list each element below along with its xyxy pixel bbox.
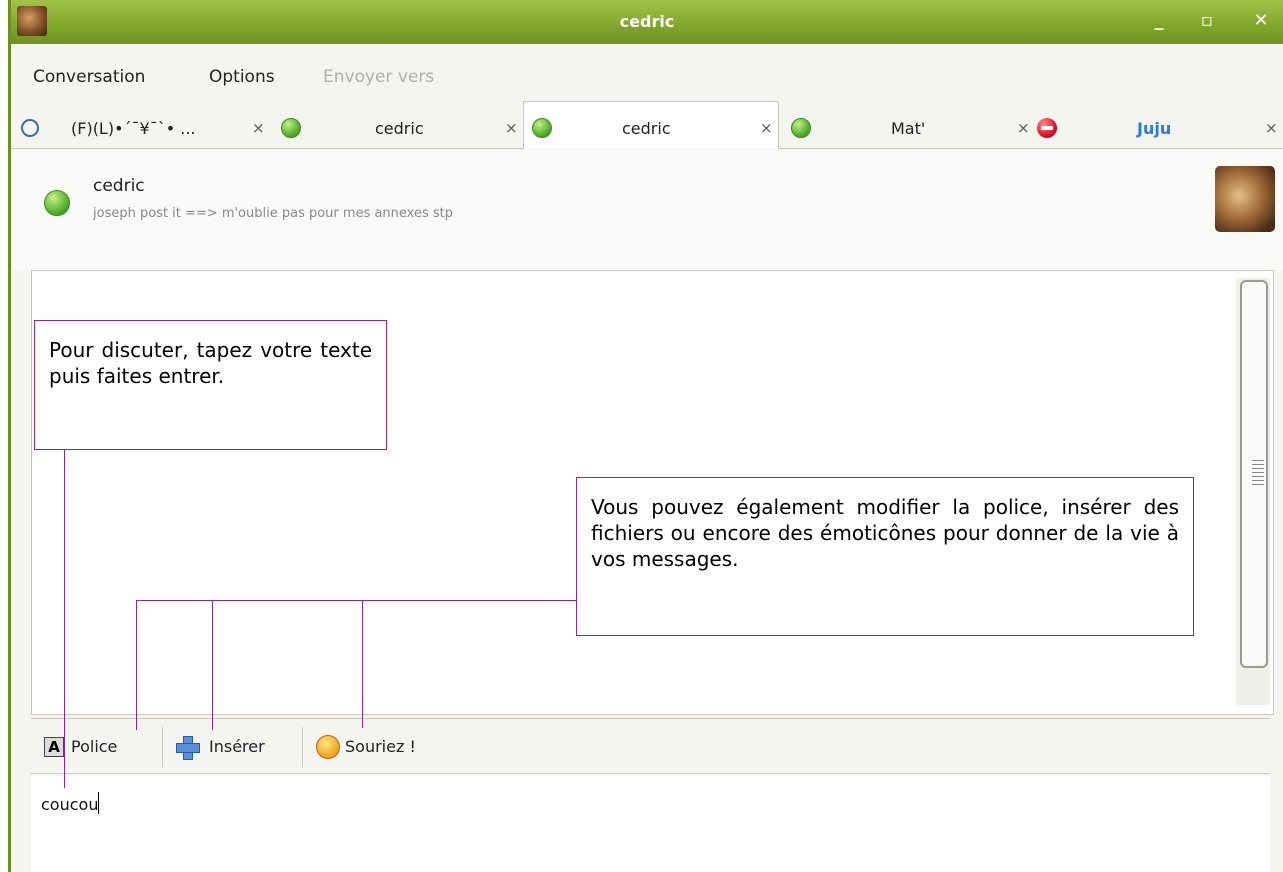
contact-name: cedric: [93, 176, 145, 196]
tab-label: Mat': [891, 119, 926, 138]
tab-group-chat[interactable]: (F)(L)•´¯¥¯`• ... ×: [11, 105, 273, 149]
online-status-icon: [281, 118, 301, 138]
menu-options[interactable]: Options: [209, 67, 275, 87]
tab-cedric-1[interactable]: cedric ×: [273, 105, 523, 149]
insert-button[interactable]: Insérer: [171, 719, 296, 775]
tab-close-icon[interactable]: ×: [1265, 119, 1278, 137]
callout-line-font: [136, 600, 137, 730]
window-title: cedric: [619, 12, 675, 31]
tab-cedric-2[interactable]: cedric ×: [523, 101, 779, 149]
tab-juju[interactable]: Juju ×: [1029, 105, 1283, 149]
insert-button-label: Insérer: [209, 737, 265, 756]
format-toolbar: A Police Insérer Souriez !: [31, 718, 1270, 774]
toolbar-separator: [302, 727, 303, 767]
callout-line-horizontal: [136, 600, 576, 601]
smiley-button[interactable]: Souriez !: [311, 719, 451, 775]
callout-line-smiley: [362, 600, 363, 728]
minimize-icon[interactable]: _: [1147, 10, 1171, 34]
tab-label: Juju: [1137, 119, 1172, 138]
online-status-icon: [791, 118, 811, 138]
font-button[interactable]: A Police: [41, 719, 161, 775]
chat-scrollbar[interactable]: [1236, 278, 1270, 705]
contact-avatar[interactable]: [1215, 166, 1275, 232]
scrollbar-thumb[interactable]: [1240, 280, 1268, 668]
tab-close-icon[interactable]: ×: [252, 119, 265, 137]
smiley-button-label: Souriez !: [345, 737, 416, 756]
tab-label: cedric: [375, 119, 424, 138]
message-input-text: coucou: [41, 792, 99, 814]
tab-close-icon[interactable]: ×: [505, 119, 518, 137]
callout-line-insert: [212, 600, 213, 730]
font-icon: A: [44, 737, 64, 757]
contact-header: cedric joseph post it ==> m'oublie pas p…: [11, 150, 1283, 270]
close-icon[interactable]: ✕: [1249, 10, 1273, 34]
tab-mat[interactable]: Mat' ×: [779, 105, 1030, 149]
plus-icon: [176, 736, 200, 760]
menu-conversation[interactable]: Conversation: [33, 67, 145, 87]
smiley-icon: [316, 735, 340, 759]
scrollbar-grip-icon: [1252, 460, 1264, 488]
menu-send-to: Envoyer vers: [323, 67, 435, 87]
contact-personal-message: joseph post it ==> m'oublie pas pour mes…: [93, 206, 454, 221]
callout-tools-help: Vous pouvez également modifier la police…: [576, 477, 1194, 636]
font-button-label: Police: [71, 737, 118, 756]
contact-status-icon: [44, 190, 70, 216]
busy-status-icon: [1037, 118, 1057, 138]
title-bar[interactable]: cedric _ ▫ ✕: [11, 0, 1283, 44]
callout-line-chat: [64, 450, 65, 788]
callout-chat-help: Pour discuter, tapez votre texte puis fa…: [34, 320, 387, 450]
tab-close-icon[interactable]: ×: [1017, 119, 1030, 137]
tab-label: cedric: [622, 119, 671, 138]
conversation-tabs: (F)(L)•´¯¥¯`• ... × cedric × cedric × Ma…: [11, 99, 1283, 149]
tab-close-icon[interactable]: ×: [760, 119, 773, 137]
tab-label: (F)(L)•´¯¥¯`• ...: [71, 119, 196, 138]
menu-bar: Conversation Options Envoyer vers: [11, 57, 1283, 97]
maximize-icon[interactable]: ▫: [1195, 10, 1219, 34]
toolbar-separator: [162, 727, 163, 767]
message-input[interactable]: coucou: [31, 776, 1270, 872]
online-status-icon: [532, 118, 552, 138]
clock-icon: [21, 119, 39, 137]
